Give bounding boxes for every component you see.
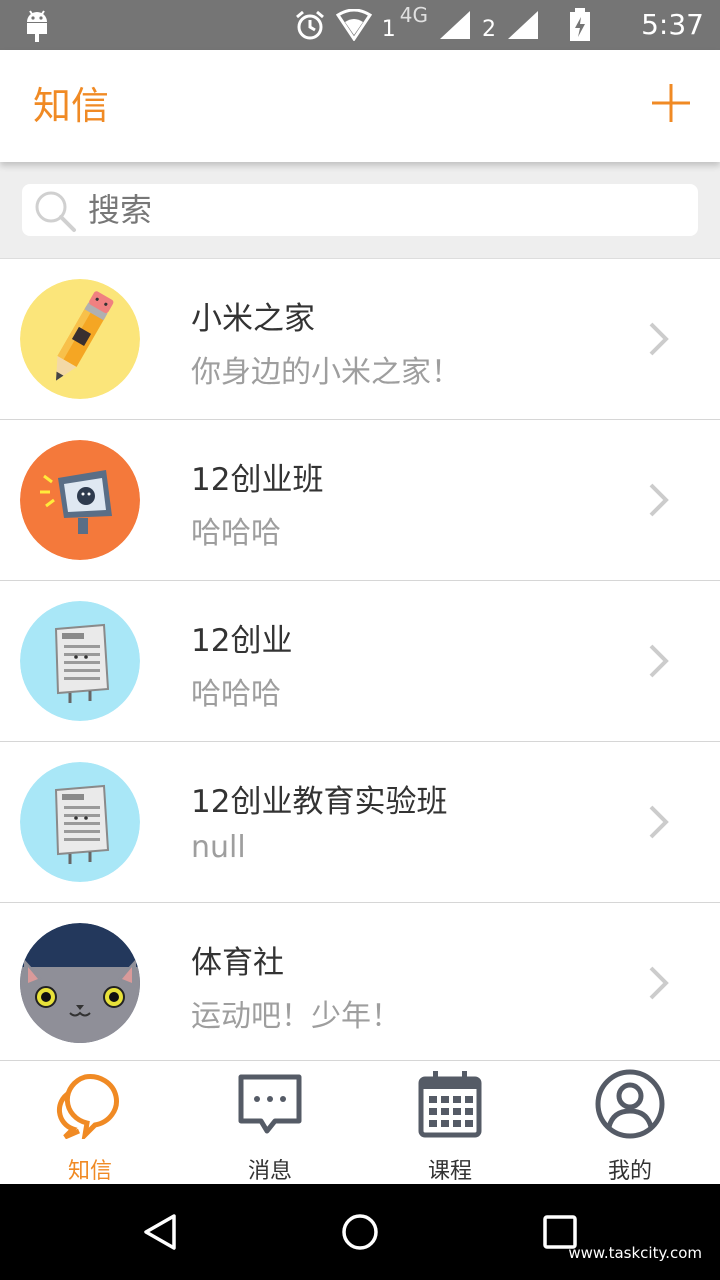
tab-zhixin[interactable]: 知信 — [0, 1061, 180, 1185]
signal-icon — [508, 11, 538, 39]
chevron-right-icon — [649, 805, 669, 839]
megaphone-avatar — [20, 440, 140, 560]
chevron-right-icon — [649, 322, 669, 356]
tab-messages[interactable]: 消息 — [180, 1061, 360, 1185]
conversation-preview: 哈哈哈 — [191, 516, 281, 551]
calendar-icon — [418, 1071, 482, 1138]
cat-avatar — [20, 923, 140, 1043]
search-box[interactable] — [22, 184, 698, 236]
list-item[interactable]: 小米之家 你身边的小米之家！ — [0, 259, 720, 420]
alarm-icon — [295, 10, 324, 40]
conversation-name: 12创业教育实验班 — [191, 784, 448, 820]
app-bar: 知信 — [0, 50, 720, 162]
list-item[interactable]: 12创业教育实验班 null — [0, 742, 720, 903]
list-item[interactable]: 体育社 运动吧！少年！ — [0, 903, 720, 1060]
tab-profile[interactable]: 我的 — [540, 1061, 720, 1185]
tab-label: 知信 — [67, 1159, 112, 1184]
status-bar: 1 4G 2 5:37 — [0, 0, 720, 50]
conversation-name: 体育社 — [191, 945, 284, 981]
chat-bubble-icon — [56, 1074, 119, 1139]
page-title: 知信 — [33, 84, 110, 128]
list-item[interactable]: 12创业班 哈哈哈 — [0, 420, 720, 581]
chevron-right-icon — [649, 644, 669, 678]
tab-label: 我的 — [607, 1159, 652, 1184]
conversation-list: 小米之家 你身边的小米之家！ 12创业班 哈哈哈 12创业 哈哈哈 12创业教育… — [0, 259, 720, 1060]
message-icon — [238, 1074, 302, 1134]
plus-icon[interactable] — [650, 82, 692, 124]
newspaper-avatar — [20, 762, 140, 882]
wifi-icon — [335, 9, 372, 41]
profile-icon — [595, 1069, 665, 1139]
search-icon — [35, 191, 76, 232]
chevron-right-icon — [649, 966, 669, 1000]
pencil-avatar — [20, 279, 140, 399]
home-icon[interactable] — [340, 1212, 380, 1252]
list-item[interactable]: 12创业 哈哈哈 — [0, 581, 720, 742]
conversation-name: 小米之家 — [191, 301, 315, 337]
tab-label: 消息 — [247, 1159, 292, 1184]
sim1-label: 1 — [381, 16, 396, 42]
battery-icon — [570, 8, 590, 41]
conversation-preview: 哈哈哈 — [191, 677, 281, 712]
chevron-right-icon — [649, 483, 669, 517]
conversation-preview: 你身边的小米之家！ — [191, 355, 461, 390]
newspaper-avatar — [20, 601, 140, 721]
conversation-preview: 运动吧！少年！ — [191, 999, 401, 1034]
conversation-name: 12创业班 — [191, 462, 324, 498]
conversation-name: 12创业 — [191, 623, 293, 659]
system-navigation-bar — [0, 1184, 720, 1280]
bottom-tab-bar: 知信 消息 课程 我的 — [0, 1060, 720, 1185]
sim2-label: 2 — [482, 16, 496, 42]
signal-icon — [440, 11, 470, 39]
watermark: www.taskcity.com — [568, 1244, 702, 1262]
android-icon — [27, 10, 47, 42]
network-type-label: 4G — [399, 3, 428, 27]
status-time: 5:37 — [641, 8, 704, 41]
conversation-preview: null — [191, 830, 246, 865]
back-icon[interactable] — [140, 1212, 180, 1252]
tab-courses[interactable]: 课程 — [360, 1061, 540, 1185]
search-input[interactable] — [88, 190, 678, 230]
tab-label: 课程 — [427, 1159, 472, 1184]
search-bar-container — [0, 162, 720, 259]
